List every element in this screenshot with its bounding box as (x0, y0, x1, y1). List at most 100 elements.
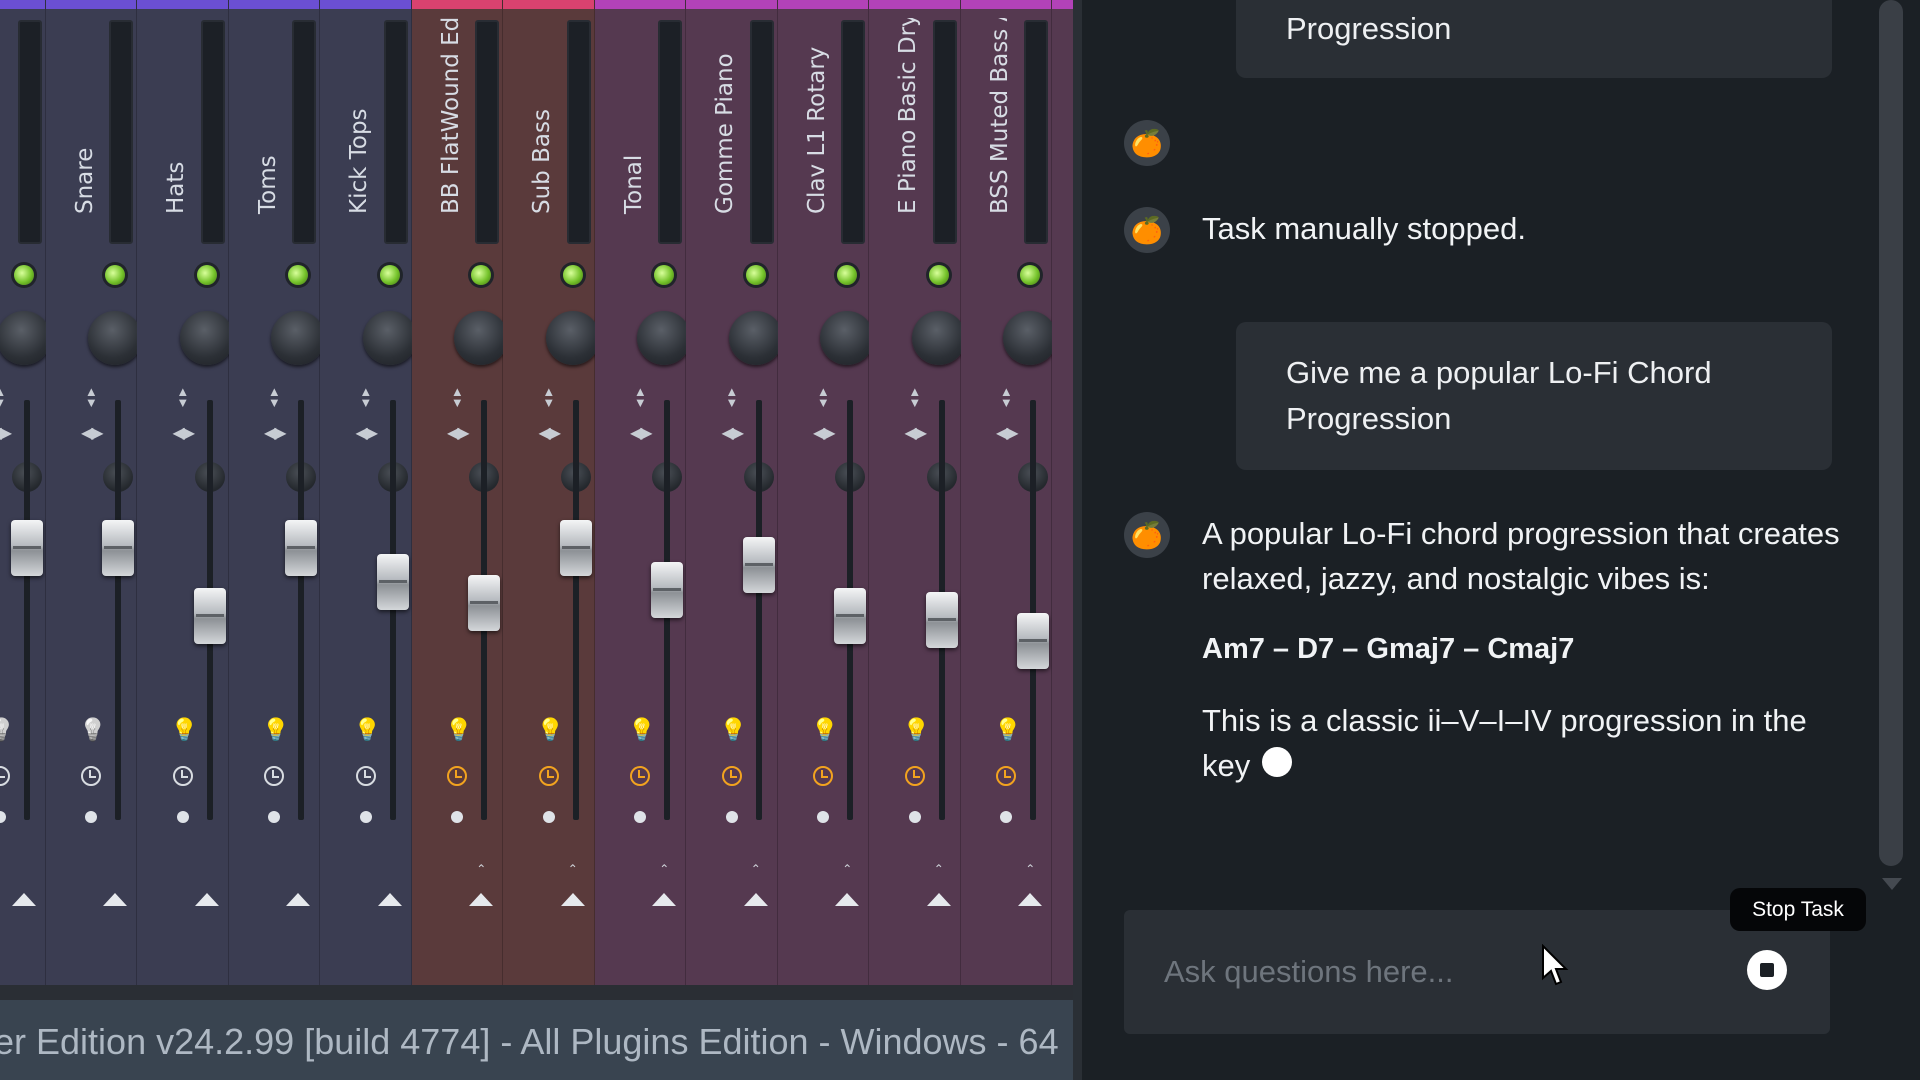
channel-select-dot[interactable] (817, 811, 830, 823)
mixer-channel-strip[interactable]: Toms ▲ ▼ ◀▶ 💡 (228, 0, 326, 985)
swap-channels-icon[interactable]: ◀▶ (717, 422, 747, 446)
stereo-separation-arrows-icon[interactable]: ▲▼ (996, 385, 1016, 409)
panel-divider[interactable] (1073, 0, 1082, 1080)
volume-fader[interactable] (925, 591, 958, 648)
route-caret-icon[interactable]: ⌃ (835, 862, 859, 876)
channel-select-dot[interactable] (359, 811, 372, 823)
mixer-channel-strip[interactable]: ▲▼ ◀▶ 💡 (0, 0, 51, 985)
mixer-channel-strip[interactable]: Tonal ▲ ▼ ◀▶ 💡 ⌃ (594, 0, 692, 985)
route-arrow-icon[interactable] (194, 893, 219, 906)
fx-enable-bulb-icon[interactable]: 💡 (79, 718, 106, 742)
channel-select-dot[interactable] (0, 811, 6, 823)
volume-fader[interactable] (1017, 612, 1049, 669)
latency-clock-icon[interactable] (172, 766, 193, 786)
pan-knob[interactable] (728, 311, 783, 365)
volume-fader[interactable] (742, 537, 775, 594)
fx-enable-bulb-icon[interactable]: 💡 (903, 718, 930, 742)
route-caret-icon[interactable]: ⌃ (561, 862, 585, 876)
channel-select-dot[interactable] (1000, 811, 1013, 823)
swap-channels-icon[interactable]: ◀▶ (259, 422, 289, 446)
latency-clock-icon[interactable] (904, 766, 925, 786)
mixer-channel-strip[interactable]: Kick Tops ▲ ▼ ◀▶ 💡 (320, 0, 417, 985)
swap-channels-icon[interactable]: ◀▶ (442, 422, 472, 446)
volume-fader[interactable] (102, 520, 134, 577)
fx-enable-bulb-icon[interactable]: 💡 (445, 718, 472, 742)
fx-enable-bulb-icon[interactable]: 💡 (0, 718, 15, 742)
channel-name[interactable]: BSS Muted Bass Arp (985, 18, 1015, 244)
swap-channels-icon[interactable]: ◀▶ (534, 422, 564, 446)
latency-clock-icon[interactable] (264, 766, 285, 786)
route-arrow-icon[interactable] (743, 893, 768, 906)
stereo-separation-arrows-icon[interactable]: ▲▼ (356, 385, 376, 409)
channel-enable-led[interactable] (13, 265, 34, 285)
stereo-separation-arrows-icon[interactable]: ▲▼ (0, 385, 10, 409)
volume-fader[interactable] (559, 520, 592, 577)
channel-name[interactable]: Sub Bass (527, 18, 557, 244)
mixer-channel-strip[interactable]: PAD Almost Ve▲▼◀▶💡⌃ (1052, 0, 1073, 985)
pan-knob[interactable] (271, 311, 326, 365)
route-arrow-icon[interactable] (103, 893, 128, 906)
route-caret-icon[interactable]: ⌃ (744, 862, 768, 876)
pan-knob[interactable] (362, 311, 417, 365)
pan-knob[interactable] (454, 311, 509, 365)
mixer-channel-strip[interactable]: Gomme Piano ▲ ▼ ◀▶ 💡 ⌃ (686, 0, 783, 985)
fx-enable-bulb-icon[interactable]: 💡 (171, 718, 198, 742)
pan-knob[interactable] (637, 311, 692, 365)
stereo-separation-arrows-icon[interactable]: ▲▼ (81, 385, 101, 409)
channel-name[interactable]: Gomme Piano (710, 18, 740, 244)
mixer-channel-strip[interactable]: Clav L1 Rotary ▲ ▼ ◀▶ 💡 ⌃ (777, 0, 875, 985)
channel-name[interactable] (0, 18, 8, 244)
mixer-channel-strip[interactable]: Hats ▲ ▼ ◀▶ 💡 (137, 0, 234, 985)
latency-clock-icon[interactable] (81, 766, 102, 786)
channel-enable-led[interactable] (654, 265, 675, 285)
fx-enable-bulb-icon[interactable]: 💡 (628, 718, 655, 742)
channel-name[interactable]: Kick Tops (344, 18, 374, 244)
mixer-channel-strip[interactable]: BSS Muted Bass Arp ▲ ▼ ◀▶ 💡 ⌃ (960, 0, 1058, 985)
fx-enable-bulb-icon[interactable]: 💡 (811, 718, 838, 742)
pan-knob[interactable] (179, 311, 234, 365)
swap-channels-icon[interactable]: ◀▶ (625, 422, 655, 446)
latency-clock-icon[interactable] (0, 766, 10, 786)
channel-name[interactable]: BB FlatWound Edgey (436, 18, 466, 244)
channel-enable-led[interactable] (379, 265, 400, 285)
latency-clock-icon[interactable] (813, 766, 834, 786)
channel-select-dot[interactable] (268, 811, 281, 823)
swap-channels-icon[interactable]: ◀▶ (168, 422, 198, 446)
fx-enable-bulb-icon[interactable]: 💡 (537, 718, 564, 742)
latency-clock-icon[interactable] (721, 766, 742, 786)
mixer-channel-strip[interactable]: BB FlatWound Edgey ▲ ▼ ◀▶ 💡 ⌃ (411, 0, 509, 985)
swap-channels-icon[interactable]: ◀▶ (900, 422, 930, 446)
swap-channels-icon[interactable]: ◀▶ (351, 422, 381, 446)
channel-select-dot[interactable] (176, 811, 189, 823)
mixer-channel-strip[interactable]: E Piano Basic Dry ▲ ▼ ◀▶ 💡 ⌃ (869, 0, 966, 985)
channel-select-dot[interactable] (725, 811, 738, 823)
channel-enable-led[interactable] (837, 265, 858, 285)
latency-clock-icon[interactable] (447, 766, 468, 786)
swap-channels-icon[interactable]: ◀▶ (808, 422, 838, 446)
swap-channels-icon[interactable]: ◀▶ (991, 422, 1021, 446)
channel-name[interactable]: Snare (70, 18, 100, 244)
route-arrow-icon[interactable] (1018, 893, 1043, 906)
latency-clock-icon[interactable] (355, 766, 376, 786)
route-arrow-icon[interactable] (652, 893, 677, 906)
swap-channels-icon[interactable]: ◀▶ (76, 422, 106, 446)
mixer-scrollbar[interactable] (0, 985, 1073, 1000)
fx-enable-bulb-icon[interactable]: 💡 (354, 718, 381, 742)
latency-clock-icon[interactable] (996, 766, 1017, 786)
volume-fader[interactable] (376, 554, 409, 610)
stereo-separation-arrows-icon[interactable]: ▲▼ (905, 385, 925, 409)
channel-name[interactable]: Hats (161, 18, 191, 244)
stereo-separation-arrows-icon[interactable]: ▲▼ (447, 385, 467, 409)
stereo-separation-arrows-icon[interactable]: ▲▼ (264, 385, 284, 409)
latency-clock-icon[interactable] (538, 766, 559, 786)
stereo-separation-arrows-icon[interactable]: ▲▼ (539, 385, 559, 409)
channel-select-dot[interactable] (634, 811, 647, 823)
volume-fader[interactable] (193, 587, 226, 644)
channel-select-dot[interactable] (451, 811, 464, 823)
chat-scrollbar[interactable] (1879, 0, 1903, 866)
route-arrow-icon[interactable] (469, 893, 494, 906)
route-caret-icon[interactable]: ⌃ (1018, 862, 1042, 876)
route-arrow-icon[interactable] (377, 893, 402, 906)
route-caret-icon[interactable]: ⌃ (469, 862, 493, 876)
channel-name[interactable]: E Piano Basic Dry (893, 18, 923, 244)
